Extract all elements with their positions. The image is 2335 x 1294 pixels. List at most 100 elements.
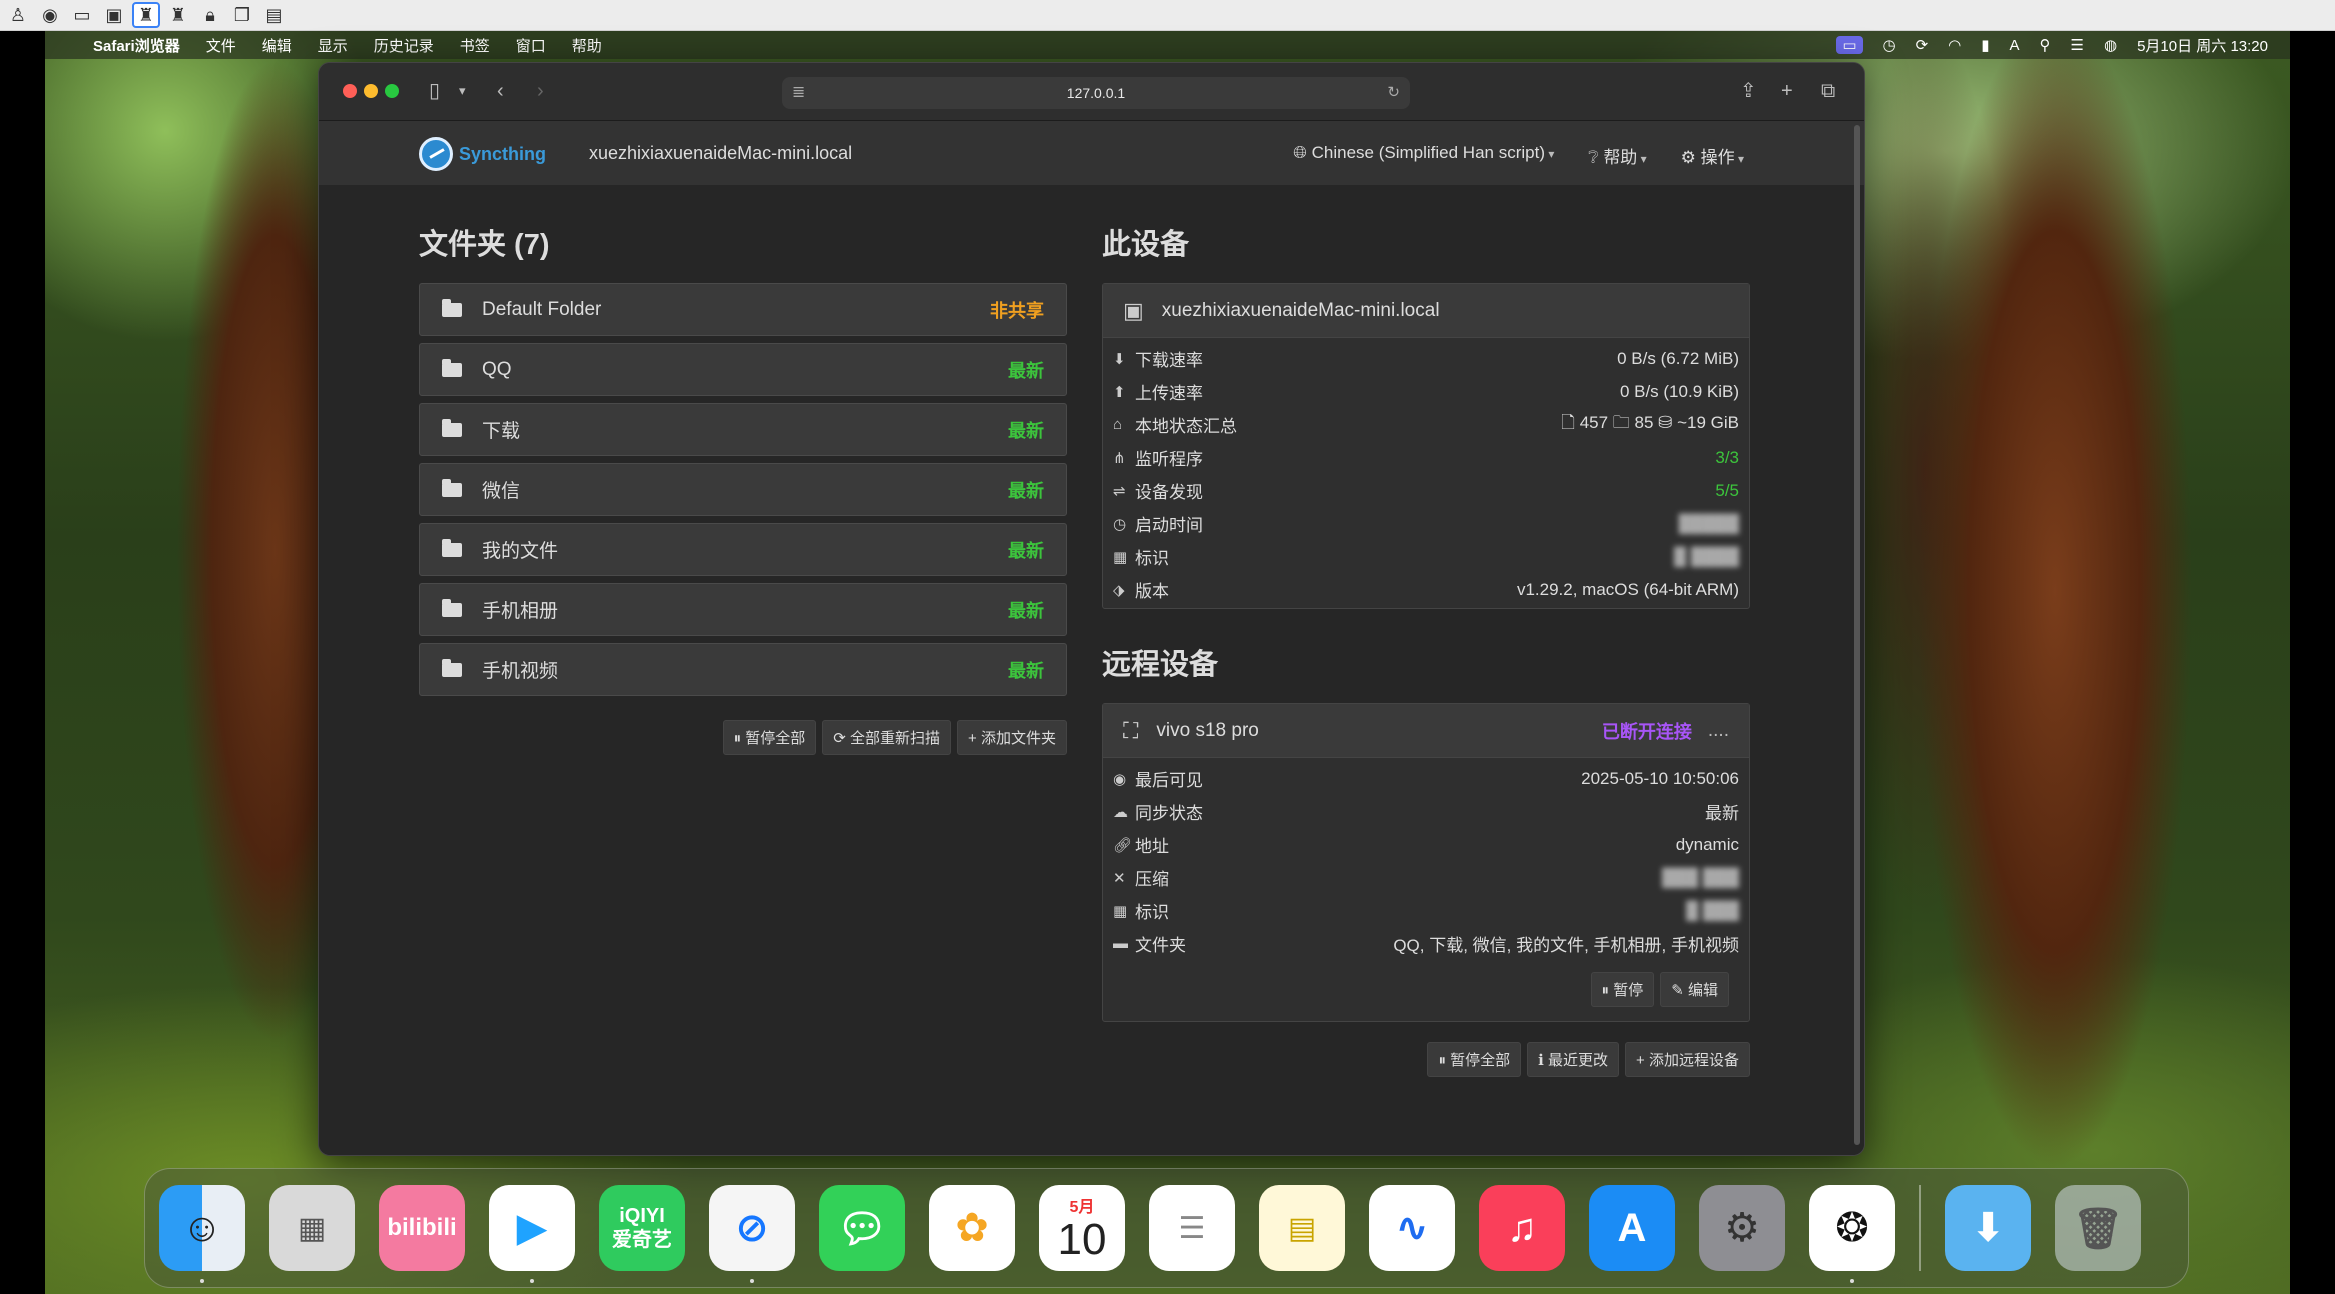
messages-icon[interactable]: 💬︎ — [819, 1185, 905, 1271]
dock-separator — [1919, 1185, 1921, 1271]
freeform-icon[interactable]: ∿ — [1369, 1185, 1455, 1271]
reload-icon[interactable]: ↻ — [1387, 77, 1400, 109]
folder-row[interactable]: 手机相册 最新 — [419, 583, 1067, 636]
page-scrollbar[interactable] — [1854, 125, 1860, 1145]
folder-status: 非共享 — [990, 300, 1044, 321]
row-icon: 🔗︎ — [1113, 836, 1133, 854]
dock: ☺ ▦ bilibili ▶ iQIYI 爱奇艺 ⊘ 💬︎ ✿ 5月 10 ☰ … — [144, 1168, 2189, 1288]
syncthing-brand[interactable]: Syncthing — [419, 137, 546, 171]
address-bar[interactable]: ≣ 127.0.0.1 ↻ — [782, 77, 1410, 109]
sidebar-toggle-icon[interactable]: ▯ — [429, 78, 440, 104]
window-icon[interactable]: ▣ — [100, 2, 128, 28]
app-active-icon[interactable]: ♜ — [132, 2, 160, 28]
row-label: 标识 — [1135, 903, 1169, 922]
rescan-all-button[interactable]: ⟳ 全部重新扫描 — [822, 720, 952, 755]
system-settings-icon[interactable]: ⚙ — [1699, 1185, 1785, 1271]
folder-icon — [442, 598, 462, 617]
recent-changes-button[interactable]: ℹ 最近更改 — [1527, 1042, 1620, 1077]
sync-icon[interactable]: ⟳ — [1916, 36, 1929, 54]
calendar-icon[interactable]: 5月 10 — [1039, 1185, 1125, 1271]
screen-mirror-icon[interactable]: ▭ — [1836, 36, 1863, 54]
app-switcher-strip: ♙ ◉ ▭ ▣ ♜ ♜ 🔒︎ ❐ ▤ — [0, 0, 2335, 31]
wifi-icon[interactable]: ◠ — [1948, 36, 1961, 54]
eye-icon[interactable]: ◉ — [36, 2, 64, 28]
spotlight-search-icon[interactable]: ⚲ — [2040, 36, 2051, 54]
menu-app-name[interactable]: Safari浏览器 — [93, 35, 180, 56]
menu-file[interactable]: 文件 — [206, 35, 236, 56]
device-icon: ▣ — [1123, 297, 1144, 323]
music-icon[interactable]: ♫ — [1479, 1185, 1565, 1271]
pause-all-devices-button[interactable]: ⏸ 暂停全部 — [1427, 1042, 1522, 1077]
video-player-icon[interactable]: ▶ — [489, 1185, 575, 1283]
row-value: 2025-05-10 10:50:06 — [1581, 768, 1739, 788]
chatgpt-icon[interactable]: ❂ — [1809, 1185, 1895, 1283]
help-menu[interactable]: ❔︎ 帮助 — [1588, 143, 1646, 168]
menu-clock[interactable]: 5月10日 周六 13:20 — [2137, 35, 2268, 56]
folder-name: 手机视频 — [482, 661, 559, 682]
remote-device-icon: ⛶ — [1123, 717, 1139, 743]
folder-row[interactable]: 手机视频 最新 — [419, 643, 1067, 696]
downloads-folder-icon[interactable]: ⬇ — [1945, 1185, 2031, 1271]
bilibili-icon[interactable]: bilibili — [379, 1185, 465, 1271]
menu-bookmarks[interactable]: 书签 — [460, 35, 490, 56]
app-store-icon[interactable]: A — [1589, 1185, 1675, 1271]
input-method-icon[interactable]: A — [2010, 37, 2020, 54]
remote-device-header[interactable]: ⛶ vivo s18 pro 已断开连接 .... — [1103, 704, 1749, 758]
row-icon: ⌂ — [1113, 416, 1123, 433]
launchpad-icon[interactable]: ▦ — [269, 1185, 355, 1271]
devices-column: 此设备 ▣ xuezhixiaxuenaideMac-mini.local ⬇ 下… — [1102, 221, 1750, 1077]
menu-help[interactable]: 帮助 — [572, 35, 602, 56]
url-text[interactable]: 127.0.0.1 — [1067, 85, 1125, 101]
info-row: ◉ 最后可见 2025-05-10 10:50:06 — [1103, 762, 1749, 795]
pause-device-button[interactable]: ⏸ 暂停 — [1590, 972, 1655, 1007]
chevron-down-icon[interactable]: ▾ — [459, 78, 466, 104]
lock-icon[interactable]: 🔒︎ — [196, 2, 224, 28]
new-tab-icon[interactable]: + — [1781, 78, 1793, 104]
pause-all-folders-button[interactable]: ⏸ 暂停全部 — [722, 720, 817, 755]
add-remote-device-button[interactable]: + 添加远程设备 — [1625, 1042, 1750, 1077]
close-window-button[interactable] — [343, 84, 357, 98]
menu-edit[interactable]: 编辑 — [262, 35, 292, 56]
add-folder-button[interactable]: + 添加文件夹 — [957, 720, 1067, 755]
row-icon: ⬇ — [1113, 350, 1126, 368]
fullscreen-window-button[interactable] — [385, 84, 399, 98]
back-icon[interactable]: ‹ — [497, 78, 504, 104]
control-center-icon[interactable]: ☰ — [2071, 36, 2084, 54]
timer-icon[interactable]: ◷ — [1883, 36, 1896, 54]
app-icon[interactable]: ♜ — [164, 2, 192, 28]
actions-menu[interactable]: ⚙ 操作 — [1681, 143, 1744, 168]
iqiyi-label: iQIYI 爱奇艺 — [612, 1205, 672, 1251]
clipboard-icon[interactable]: ▤ — [260, 2, 288, 28]
this-device-header[interactable]: ▣ xuezhixiaxuenaideMac-mini.local — [1103, 284, 1749, 338]
tab-overview-icon[interactable]: ⧉ — [1821, 78, 1835, 104]
row-value: 5/5 — [1715, 480, 1739, 500]
notes-icon[interactable]: ▤ — [1259, 1185, 1345, 1271]
minimize-window-button[interactable] — [364, 84, 378, 98]
share-icon[interactable]: ⇪ — [1740, 78, 1757, 104]
finder-icon[interactable]: ☺ — [159, 1185, 245, 1283]
menu-history[interactable]: 历史记录 — [374, 35, 434, 56]
folder-row[interactable]: QQ 最新 — [419, 343, 1067, 396]
safari-icon[interactable]: ⊘ — [709, 1185, 795, 1283]
edit-device-button[interactable]: ✎ 编辑 — [1660, 972, 1729, 1007]
iqiyi-icon[interactable]: iQIYI 爱奇艺 — [599, 1185, 685, 1271]
folder-row[interactable]: Default Folder 非共享 — [419, 283, 1067, 336]
files-icon[interactable]: ❐ — [228, 2, 256, 28]
remote-device-name: vivo s18 pro — [1156, 719, 1259, 741]
folder-row[interactable]: 下载 最新 — [419, 403, 1067, 456]
siri-icon[interactable]: ◍ — [2104, 36, 2117, 54]
forward-icon[interactable]: › — [537, 78, 544, 104]
folder-status: 最新 — [1008, 660, 1044, 681]
user-icon[interactable]: ♙ — [4, 2, 32, 28]
photos-icon[interactable]: ✿ — [929, 1185, 1015, 1271]
folder-icon[interactable]: ▭ — [68, 2, 96, 28]
menu-window[interactable]: 窗口 — [516, 35, 546, 56]
folder-row[interactable]: 我的文件 最新 — [419, 523, 1067, 576]
page-menu-icon[interactable]: ≣ — [792, 77, 805, 109]
reminders-icon[interactable]: ☰ — [1149, 1185, 1235, 1271]
language-menu[interactable]: 🌐︎ Chinese (Simplified Han script) — [1293, 143, 1554, 168]
trash-icon[interactable]: 🗑︎ — [2055, 1185, 2141, 1271]
battery-icon[interactable]: ▮ — [1981, 36, 1989, 54]
menu-view[interactable]: 显示 — [318, 35, 348, 56]
folder-row[interactable]: 微信 最新 — [419, 463, 1067, 516]
